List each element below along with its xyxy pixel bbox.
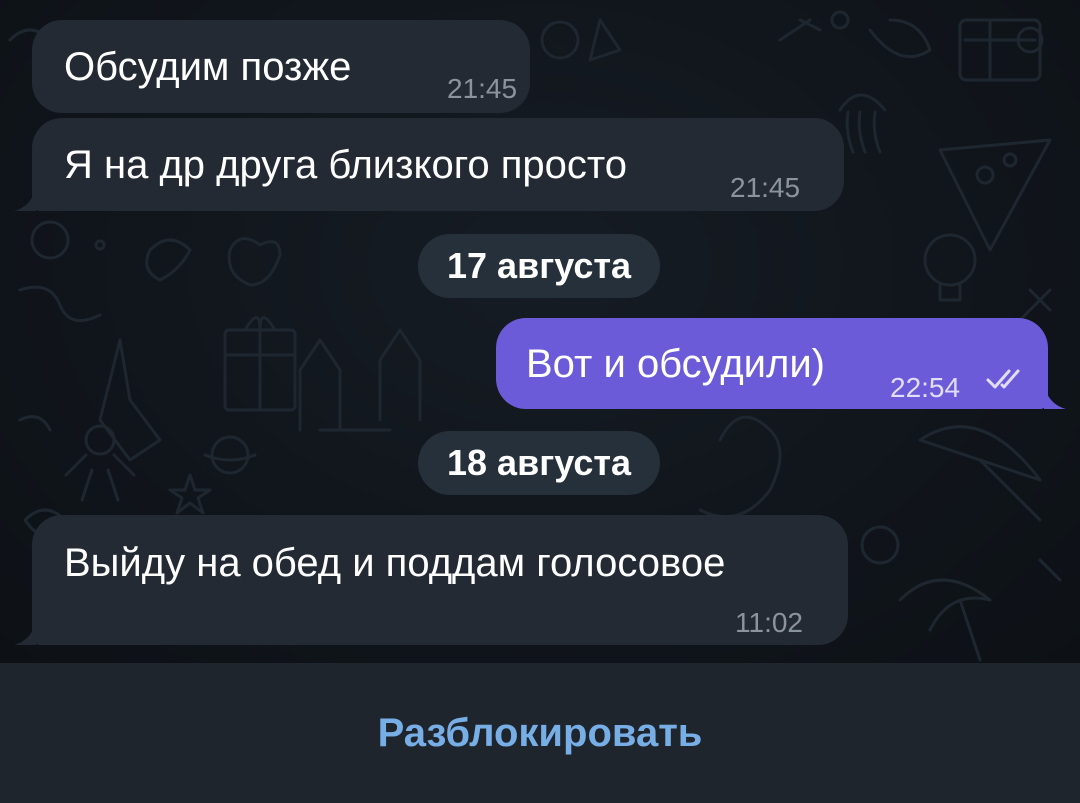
message-text: Вот и обсудили) <box>526 342 826 386</box>
message-bubble-incoming[interactable]: Обсудим позже 21:45 <box>32 20 530 113</box>
bubble-tail <box>1044 387 1066 409</box>
bottom-action-bar: Разблокировать <box>0 663 1080 803</box>
message-bubble-incoming[interactable]: Я на др друга близкого просто 21:45 <box>32 118 844 211</box>
bubble-tail <box>14 623 36 645</box>
bubble-tail <box>14 189 36 211</box>
message-time: 22:54 <box>890 372 961 403</box>
message-bubble-incoming[interactable]: Выйду на обед и поддам голосовое 11:02 <box>32 515 848 645</box>
message-text: Выйду на обед и поддам голосовое <box>64 541 726 585</box>
message-text: Я на др друга близкого просто <box>64 143 628 187</box>
message-time: 21:45 <box>730 172 801 203</box>
message-time: 21:45 <box>447 73 518 104</box>
message-bubble-outgoing[interactable]: Вот и обсудили) 22:54 <box>496 318 1048 409</box>
date-separator: 17 августа <box>418 234 660 298</box>
chat-history[interactable]: Обсудим позже 21:45 Я на др друга близко… <box>0 0 1080 663</box>
message-time: 11:02 <box>735 607 803 638</box>
double-check-icon <box>986 369 1020 389</box>
unblock-button[interactable]: Разблокировать <box>0 663 1080 803</box>
date-separator: 18 августа <box>418 431 660 495</box>
message-text: Обсудим позже <box>64 45 352 89</box>
